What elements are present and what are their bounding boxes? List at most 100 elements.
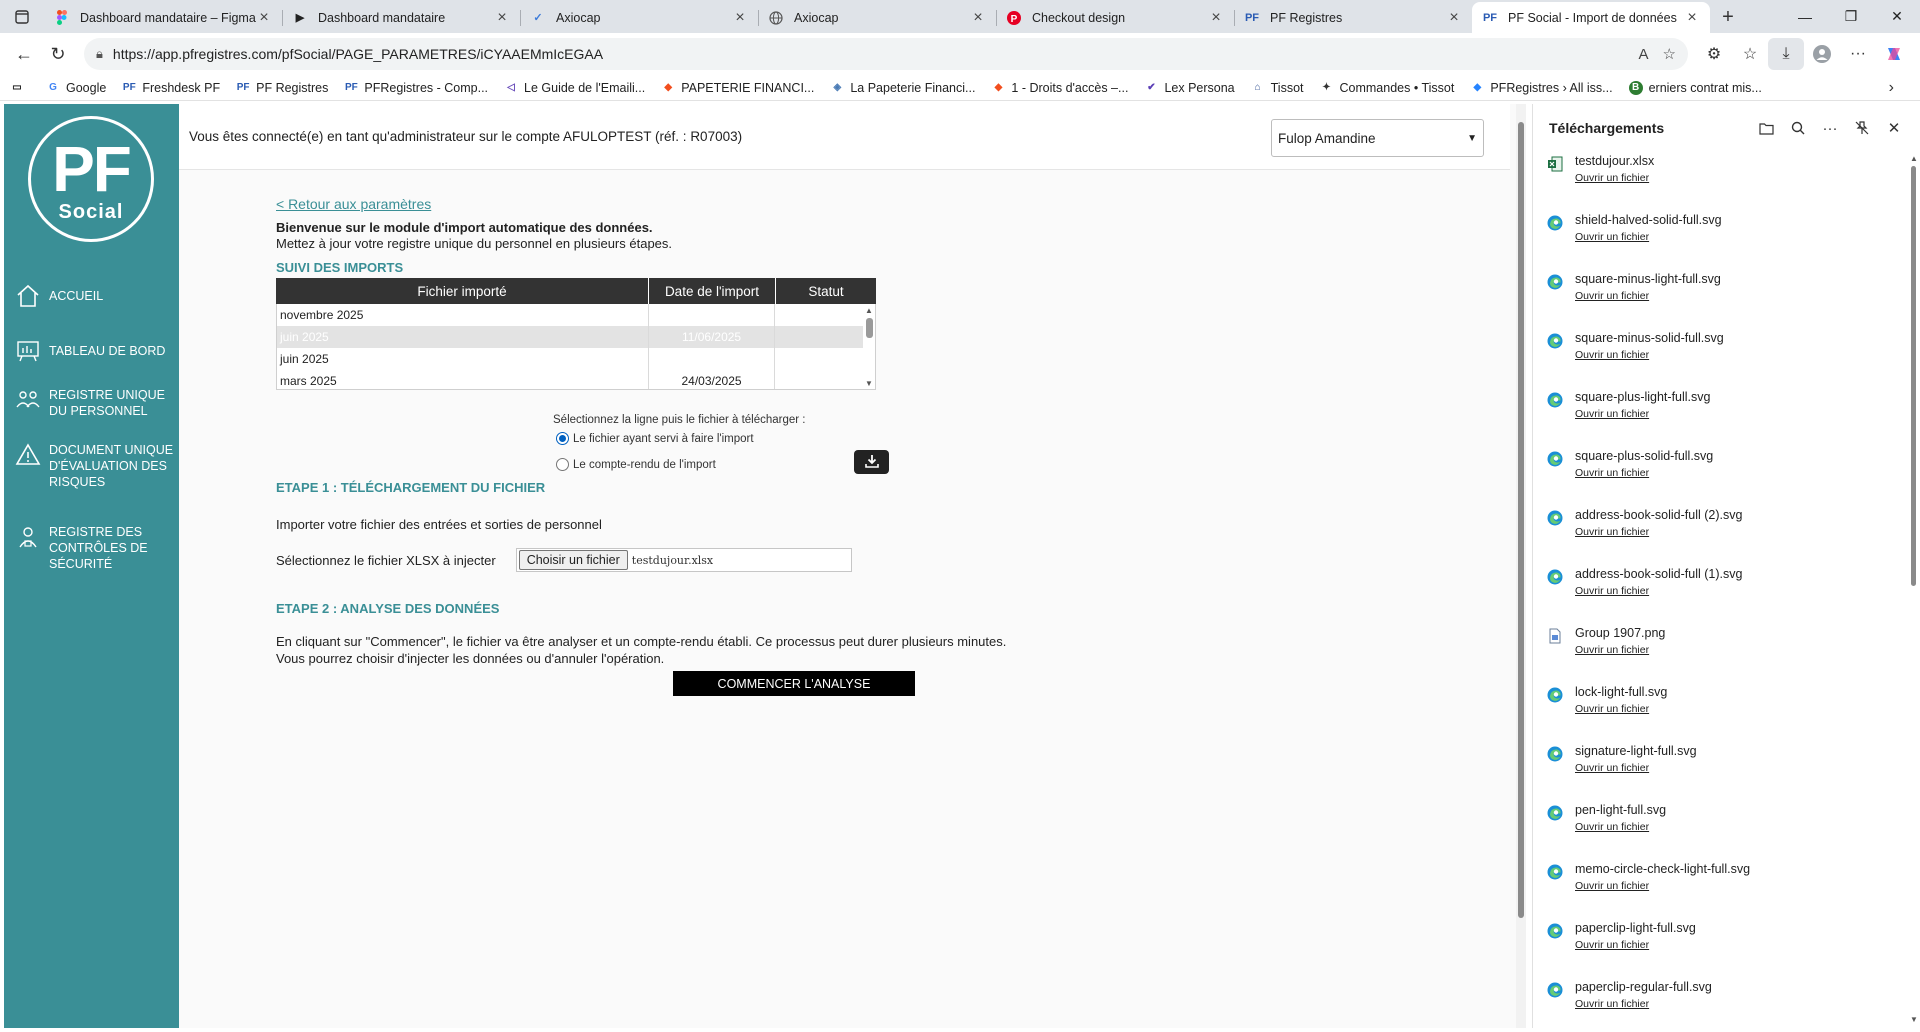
browser-tab[interactable]: Axiocap × xyxy=(758,2,996,33)
radio-button[interactable] xyxy=(556,432,569,445)
open-file-link[interactable]: Ouvrir un fichier xyxy=(1575,880,1649,892)
close-icon[interactable]: ✕ xyxy=(1878,119,1910,137)
download-item[interactable]: memo-circle-check-light-full.svg Ouvrir u… xyxy=(1547,862,1887,902)
download-item[interactable]: Group 1907.png Ouvrir un fichier xyxy=(1547,626,1887,666)
favorite-star-icon[interactable]: ☆ xyxy=(1663,45,1676,63)
read-aloud-icon[interactable]: A xyxy=(1639,46,1649,63)
extensions-icon[interactable]: ⚙ xyxy=(1696,38,1732,70)
download-file-name[interactable]: square-minus-solid-full.svg xyxy=(1575,331,1724,345)
browser-tab[interactable]: ▶ Dashboard mandataire × xyxy=(282,2,520,33)
copilot-icon[interactable] xyxy=(1876,38,1912,70)
open-file-link[interactable]: Ouvrir un fichier xyxy=(1575,703,1649,715)
scroll-thumb[interactable] xyxy=(1518,122,1524,918)
download-button[interactable] xyxy=(854,450,889,474)
scroll-thumb[interactable] xyxy=(1911,166,1916,586)
bookmark-pf-registres[interactable]: PF PF Registres xyxy=(236,81,329,95)
download-file-name[interactable]: address-book-solid-full (1).svg xyxy=(1575,567,1742,581)
profile-avatar-icon[interactable] xyxy=(1804,38,1840,70)
close-window-icon[interactable]: ✕ xyxy=(1874,0,1920,33)
scroll-down-icon[interactable]: ▼ xyxy=(865,379,873,388)
pf-social-logo[interactable]: PF Social xyxy=(28,116,154,242)
column-header[interactable]: Fichier importé xyxy=(276,278,649,304)
bookmark-papeterie-figma[interactable]: ◆ PAPETERIE FINANCI... xyxy=(661,81,814,95)
more-menu-icon[interactable]: ··· xyxy=(1840,38,1876,70)
back-icon[interactable]: ← xyxy=(8,38,40,70)
bookmark-google[interactable]: G Google xyxy=(46,81,106,95)
bookmark-pfregistres-issues[interactable]: ◆ PFRegistres › All iss... xyxy=(1470,81,1612,95)
download-item[interactable]: lock-light-full.svg Ouvrir un fichier xyxy=(1547,685,1887,725)
bookmark-guide-emailing[interactable]: ◁ Le Guide de l'Emaili... xyxy=(504,81,645,95)
chevron-right-icon[interactable]: › xyxy=(1889,79,1894,97)
download-file-name[interactable]: address-book-solid-full (2).svg xyxy=(1575,508,1742,522)
bookmark-lex-persona[interactable]: ✔ Lex Persona xyxy=(1144,81,1234,95)
scroll-down-icon[interactable]: ▼ xyxy=(1910,1015,1918,1024)
scroll-thumb[interactable] xyxy=(866,318,873,338)
sidebar-item-accueil[interactable]: ACCUEIL xyxy=(14,283,174,309)
close-icon[interactable]: × xyxy=(732,9,748,27)
downloads-icon[interactable]: ⤓ xyxy=(1768,38,1804,70)
search-icon[interactable] xyxy=(1782,121,1814,135)
close-icon[interactable]: × xyxy=(1684,9,1700,27)
column-header[interactable]: Statut xyxy=(776,278,876,304)
radio-import-report[interactable]: Le compte-rendu de l'import xyxy=(556,458,716,471)
download-file-name[interactable]: square-plus-solid-full.svg xyxy=(1575,449,1713,463)
back-to-settings-link[interactable]: < Retour aux paramètres xyxy=(276,196,431,212)
close-icon[interactable]: × xyxy=(1446,9,1462,27)
browser-tab[interactable]: P Checkout design × xyxy=(996,2,1234,33)
download-item[interactable]: square-plus-solid-full.svg Ouvrir un fich… xyxy=(1547,449,1887,489)
download-item[interactable]: signature-light-full.svg Ouvrir un fichie… xyxy=(1547,744,1887,784)
new-tab-icon[interactable]: + xyxy=(1710,2,1746,33)
download-file-name[interactable]: testdujour.xlsx xyxy=(1575,154,1654,168)
start-analysis-button[interactable]: COMMENCER L'ANALYSE xyxy=(673,671,915,696)
download-file-name[interactable]: paperclip-light-full.svg xyxy=(1575,921,1696,935)
download-item[interactable]: address-book-solid-full (2).svg Ouvrir un… xyxy=(1547,508,1887,548)
page-scrollbar[interactable] xyxy=(1516,104,1526,1028)
open-file-link[interactable]: Ouvrir un fichier xyxy=(1575,821,1649,833)
scroll-up-icon[interactable]: ▲ xyxy=(1910,154,1918,163)
browser-tab[interactable]: Dashboard mandataire – Figma × xyxy=(44,2,282,33)
open-file-link[interactable]: Ouvrir un fichier xyxy=(1575,762,1649,774)
bookmark-derniers-contrats[interactable]: Berniers contrat mis... xyxy=(1628,80,1762,95)
download-item[interactable]: paperclip-regular-full.svg Ouvrir un fich… xyxy=(1547,980,1887,1020)
open-file-link[interactable]: Ouvrir un fichier xyxy=(1575,467,1649,479)
browser-tab-active[interactable]: PF PF Social - Import de données × xyxy=(1472,2,1710,33)
address-bar[interactable]: 🔒︎ https://app.pfregistres.com/pfSocial/… xyxy=(84,38,1688,70)
browser-tab[interactable]: ✓ Axiocap × xyxy=(520,2,758,33)
download-item[interactable]: square-minus-solid-full.svg Ouvrir un fic… xyxy=(1547,331,1887,371)
bookmark-papeterie[interactable]: ◈ La Papeterie Financi... xyxy=(830,81,975,95)
more-options-icon[interactable]: ··· xyxy=(1814,120,1846,137)
reload-icon[interactable]: ↻ xyxy=(42,38,74,70)
sidebar-item-tableau-de-bord[interactable]: TABLEAU DE BORD xyxy=(14,338,174,364)
bookmark-freshdesk[interactable]: PF Freshdesk PF xyxy=(122,81,220,95)
minimize-icon[interactable]: — xyxy=(1782,0,1828,33)
bookmark-commandes-tissot[interactable]: ✦ Commandes • Tissot xyxy=(1320,81,1454,95)
bookmark-tissot[interactable]: ⌂ Tissot xyxy=(1251,81,1304,95)
download-file-name[interactable]: paperclip-regular-full.svg xyxy=(1575,980,1712,994)
open-file-link[interactable]: Ouvrir un fichier xyxy=(1575,290,1649,302)
choose-file-button[interactable]: Choisir un fichier xyxy=(518,550,628,570)
table-row-selected[interactable]: juin 2025 11/06/2025 xyxy=(277,326,875,348)
sidebar-item-duer[interactable]: DOCUMENT UNIQUE D'ÉVALUATION DES RISQUES xyxy=(14,442,174,490)
sidebar-item-controles-securite[interactable]: REGISTRE DES CONTRÔLES DE SÉCURITÉ xyxy=(14,524,174,572)
open-file-link[interactable]: Ouvrir un fichier xyxy=(1575,172,1649,184)
tab-actions-icon[interactable] xyxy=(0,0,44,33)
download-file-name[interactable]: memo-circle-check-light-full.svg xyxy=(1575,862,1750,876)
browser-tab[interactable]: PF PF Registres × xyxy=(1234,2,1472,33)
file-input[interactable]: Choisir un fichier testdujour.xlsx xyxy=(515,548,852,572)
open-file-link[interactable]: Ouvrir un fichier xyxy=(1575,526,1649,538)
close-icon[interactable]: × xyxy=(970,9,986,27)
open-file-link[interactable]: Ouvrir un fichier xyxy=(1575,408,1649,420)
download-item[interactable]: square-plus-light-full.svg Ouvrir un fich… xyxy=(1547,390,1887,430)
download-file-name[interactable]: signature-light-full.svg xyxy=(1575,744,1697,758)
open-file-link[interactable]: Ouvrir un fichier xyxy=(1575,998,1649,1010)
favorites-icon[interactable]: ☆ xyxy=(1732,38,1768,70)
download-item[interactable]: square-minus-light-full.svg Ouvrir un fic… xyxy=(1547,272,1887,312)
table-row[interactable]: juin 2025 xyxy=(277,348,875,370)
open-file-link[interactable]: Ouvrir un fichier xyxy=(1575,939,1649,951)
open-file-link[interactable]: Ouvrir un fichier xyxy=(1575,644,1649,656)
bookmark-droits-acces[interactable]: ◆ 1 - Droits d'accès –... xyxy=(991,81,1129,95)
download-file-name[interactable]: shield-halved-solid-full.svg xyxy=(1575,213,1722,227)
download-item[interactable]: shield-halved-solid-full.svg Ouvrir un fi… xyxy=(1547,213,1887,253)
download-file-name[interactable]: lock-light-full.svg xyxy=(1575,685,1667,699)
sidebar-item-registre-personnel[interactable]: REGISTRE UNIQUE DU PERSONNEL xyxy=(14,387,174,419)
